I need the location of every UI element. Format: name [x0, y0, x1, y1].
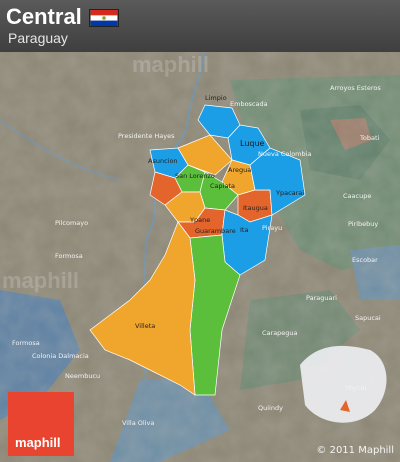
page-title: Central — [6, 4, 82, 29]
watermark-top: maphill — [132, 52, 210, 77]
inset-highlight-area — [300, 345, 387, 423]
label-guarambare: Guarambare — [195, 227, 236, 235]
watermark-left: maphill — [2, 268, 80, 293]
label-san-lorenzo: San Lorenzo — [175, 172, 215, 180]
label-luque: Luque — [240, 139, 265, 148]
copyright-text: © 2011 Maphill — [316, 445, 394, 456]
page-subtitle: Paraguay — [8, 30, 68, 46]
label-formosa-2: Formosa — [12, 339, 40, 347]
label-quiindy: Quiindy — [258, 404, 283, 412]
label-caacupe: Caacupe — [343, 192, 371, 200]
logo-text: maphill — [15, 435, 61, 450]
label-colonia-dalmacia: Colonia Dalmacia — [32, 352, 89, 360]
label-pirayu: Pirayu — [262, 224, 282, 232]
label-tobati: Tobati — [359, 134, 380, 142]
label-neembucu: Neembucu — [65, 372, 100, 380]
label-asuncion: Asuncion — [148, 157, 178, 165]
header-bar: Central Paraguay — [0, 0, 400, 53]
label-villeta: Villeta — [135, 322, 155, 330]
label-ita: Ita — [240, 226, 248, 234]
label-ypane: Ypane — [189, 216, 210, 224]
label-nueva-colombia: Nueva Colombia — [258, 150, 311, 158]
label-aregua: Aregua — [228, 166, 251, 174]
label-emboscada: Emboscada — [230, 100, 268, 108]
label-ypacarai: Ypacarai — [275, 189, 304, 197]
label-ybycui: Ybycui — [344, 384, 367, 392]
label-pilcomayo: Pilcomayo — [55, 219, 88, 227]
paraguay-flag-icon — [89, 9, 119, 27]
label-arroyos-esteros: Arroyos Esteros — [330, 84, 381, 92]
map-frame: Central Paraguay Limpio Luque Asuncion S… — [0, 0, 400, 462]
label-piribebuy: Piribebuy — [348, 220, 378, 228]
label-limpio: Limpio — [205, 94, 227, 102]
label-sapucai: Sapucai — [355, 314, 381, 322]
label-capiata: Capiata — [210, 182, 235, 190]
maphill-logo[interactable]: maphill — [8, 392, 74, 456]
label-escobar: Escobar — [352, 256, 378, 264]
label-presidente-hayes: Presidente Hayes — [118, 132, 175, 140]
label-carapegua: Carapegua — [262, 329, 298, 337]
label-itaugua: Itaugua — [243, 204, 268, 212]
label-villa-oliva: Villa Oliva — [122, 419, 154, 427]
label-paraguari: Paraguari — [306, 294, 337, 302]
label-formosa: Formosa — [55, 252, 83, 260]
